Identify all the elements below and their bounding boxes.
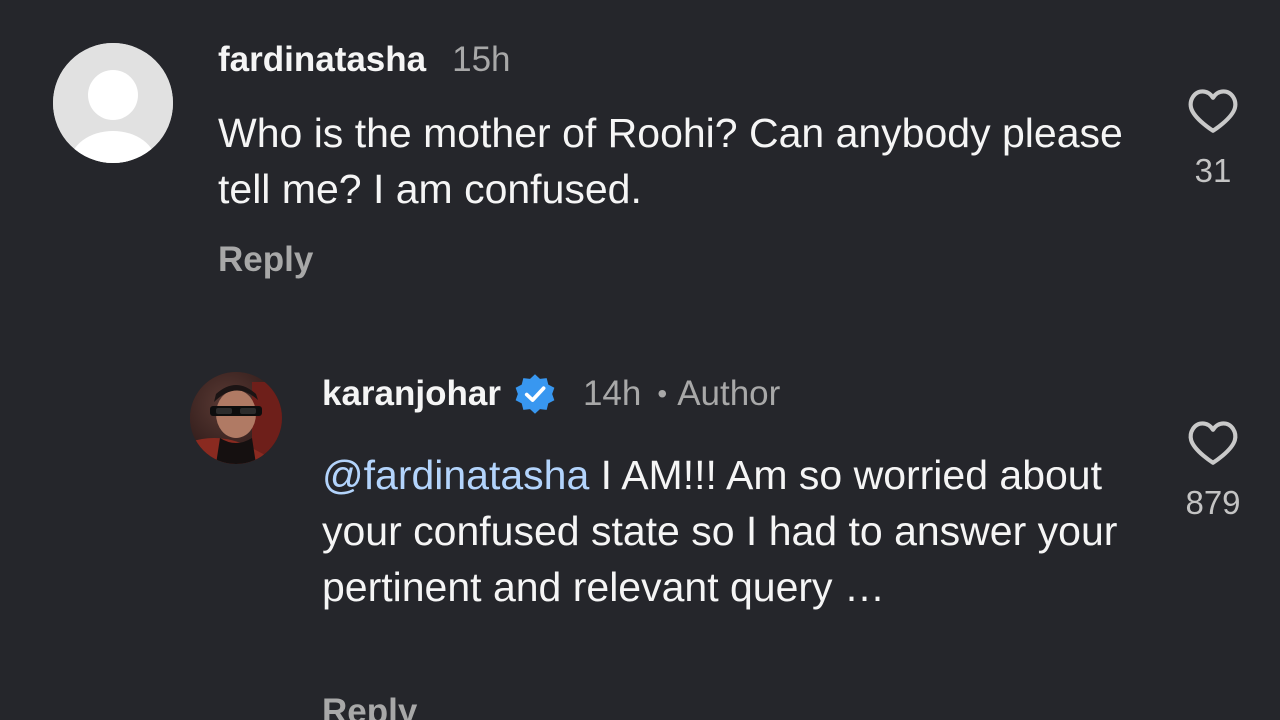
- username[interactable]: karanjohar: [322, 374, 501, 414]
- comment-meta: karanjohar 14h • Author: [322, 372, 780, 416]
- reply-button[interactable]: Reply: [322, 692, 417, 720]
- comment-meta: fardinatasha 15h: [218, 40, 511, 80]
- separator-dot: •: [657, 378, 668, 409]
- timestamp: 14h: [582, 374, 642, 413]
- comments-screen: fardinatasha 15h Who is the mother of Ro…: [0, 0, 1280, 720]
- verified-badge-icon: [515, 374, 555, 414]
- author-tag: Author: [677, 374, 781, 413]
- username[interactable]: fardinatasha: [218, 40, 426, 80]
- mention-link[interactable]: @fardinatasha: [322, 452, 589, 498]
- heart-outline-icon: [1188, 421, 1238, 465]
- like-button[interactable]: 31: [1153, 86, 1273, 190]
- default-avatar-icon: [53, 43, 173, 163]
- timestamp: 15h: [452, 40, 511, 79]
- avatar[interactable]: [190, 372, 282, 464]
- like-count: 31: [1194, 152, 1232, 189]
- profile-photo: [190, 372, 282, 464]
- like-count: 879: [1185, 484, 1241, 521]
- reply-button[interactable]: Reply: [218, 240, 313, 280]
- comment-text: Who is the mother of Roohi? Can anybody …: [218, 110, 1123, 212]
- heart-outline-icon: [1188, 89, 1238, 133]
- like-button[interactable]: 879: [1153, 418, 1273, 522]
- avatar[interactable]: [53, 43, 173, 163]
- comment-text: @fardinatasha I AM!!! Am so worried abou…: [322, 447, 1142, 615]
